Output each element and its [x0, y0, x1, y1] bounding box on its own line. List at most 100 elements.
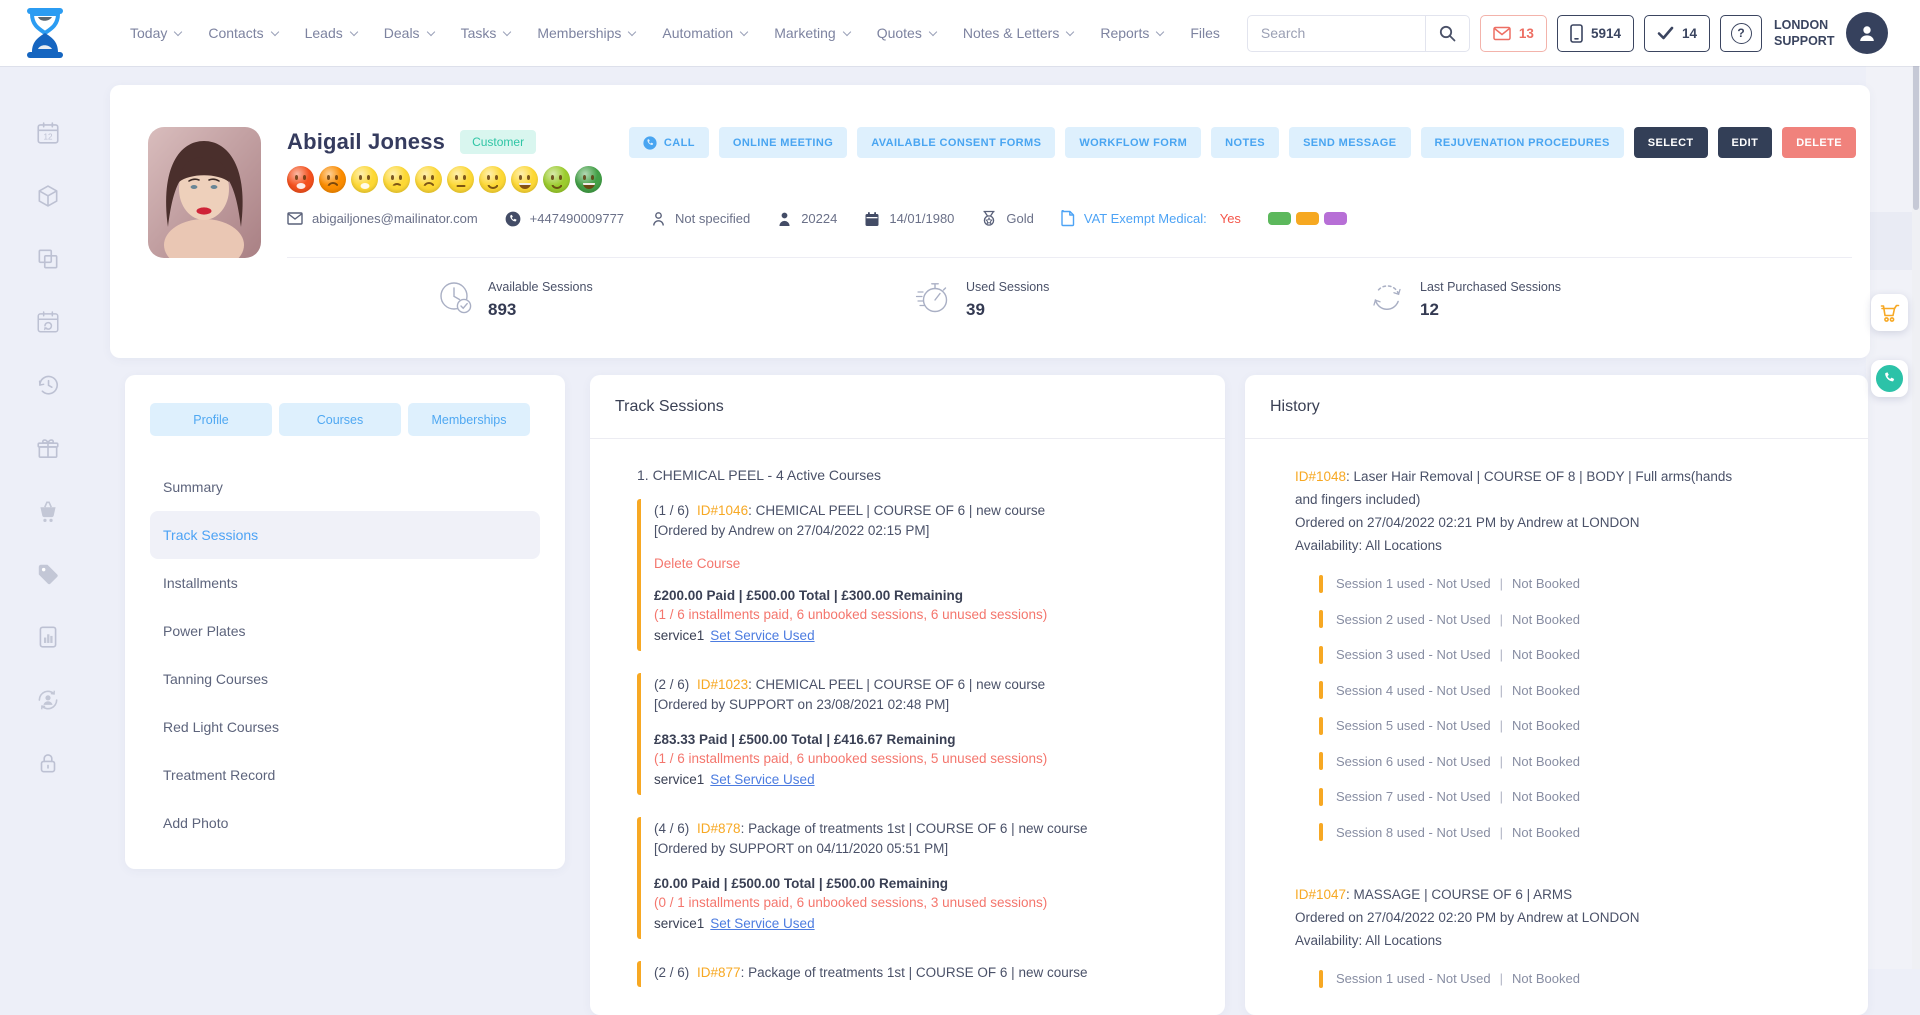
- delete-course-link[interactable]: Delete Course: [654, 556, 740, 571]
- history-icon[interactable]: [35, 372, 61, 398]
- available-consent-forms-button[interactable]: AVAILABLE CONSENT FORMS: [857, 127, 1055, 158]
- edit-button[interactable]: EDIT: [1718, 127, 1773, 158]
- mood-emoji[interactable]: [287, 166, 314, 193]
- nav-item[interactable]: Marketing: [774, 25, 849, 41]
- calendar-refresh-icon[interactable]: [35, 309, 61, 335]
- send-message-button[interactable]: SEND MESSAGE: [1289, 127, 1410, 158]
- nav-item[interactable]: Memberships: [537, 25, 635, 41]
- mood-emoji[interactable]: [511, 166, 538, 193]
- mail-icon: [287, 212, 303, 225]
- session-marker-bar: [1319, 646, 1323, 664]
- email-item[interactable]: abigailjones@mailinator.com: [287, 211, 478, 226]
- history-ordered: Ordered on 27/04/2022 02:20 PM by Andrew…: [1295, 906, 1843, 929]
- separator: |: [1500, 647, 1503, 662]
- course-ordered: [Ordered by SUPPORT on 23/08/2021 02:48 …: [654, 695, 1195, 715]
- help-button[interactable]: ?: [1720, 15, 1762, 52]
- calls-badge[interactable]: 5914: [1557, 15, 1634, 52]
- history-card: History ID#1048: Laser Hair Removal | CO…: [1245, 375, 1868, 1015]
- price-tag-icon[interactable]: [35, 561, 61, 587]
- profile-menu-item[interactable]: Treatment Record: [150, 751, 540, 799]
- nav-item[interactable]: Tasks: [461, 25, 511, 41]
- session-list: Session 1 used - Not Used | Not Booked: [1319, 961, 1843, 997]
- cart-icon[interactable]: [35, 498, 61, 524]
- course-id: ID#877: [697, 965, 741, 980]
- gift-icon[interactable]: [35, 435, 61, 461]
- nav-item[interactable]: Today: [130, 25, 181, 41]
- account-location-label: LONDON SUPPORT: [1774, 17, 1834, 50]
- app-logo-hourglass-icon[interactable]: [24, 7, 66, 59]
- divider: [287, 257, 1852, 258]
- mood-emoji[interactable]: [351, 166, 378, 193]
- nav-item[interactable]: Reports: [1100, 25, 1163, 41]
- report-icon[interactable]: [35, 624, 61, 650]
- calendar-12-icon[interactable]: 12: [35, 120, 61, 146]
- floating-phone-button[interactable]: [1871, 360, 1908, 397]
- session-marker-bar: [1319, 970, 1323, 988]
- profile-menu-item[interactable]: Add Photo: [150, 799, 540, 847]
- mail-notifications-badge[interactable]: 13: [1480, 15, 1547, 52]
- course-group-title: 1. CHEMICAL PEEL - 4 Active Courses: [637, 467, 1195, 483]
- course-service: service1: [654, 628, 704, 643]
- session-marker-bar: [1319, 752, 1323, 770]
- mood-emoji[interactable]: [383, 166, 410, 193]
- help-icon: ?: [1731, 23, 1752, 44]
- profile-menu-item[interactable]: Power Plates: [150, 607, 540, 655]
- call-button[interactable]: CALL: [629, 127, 709, 158]
- course-ordered: [Ordered by Andrew on 27/04/2022 02:15 P…: [654, 521, 1195, 541]
- select-button[interactable]: SELECT: [1634, 127, 1708, 158]
- mood-emoji[interactable]: [447, 166, 474, 193]
- set-service-used-link[interactable]: Set Service Used: [710, 772, 814, 787]
- stat-label: Last Purchased Sessions: [1420, 277, 1561, 294]
- profile-menu-item[interactable]: Summary: [150, 463, 540, 511]
- rejuvenation-procedures-button[interactable]: REJUVENATION PROCEDURES: [1421, 127, 1624, 158]
- session-marker-bar: [1319, 717, 1323, 735]
- profile-menu-item[interactable]: Track Sessions: [150, 511, 540, 559]
- session-list: Session 1 used - Not Used | Not Booked S…: [1319, 566, 1843, 850]
- workflow-form-button[interactable]: WORKFLOW FORM: [1065, 127, 1201, 158]
- tasks-badge[interactable]: 14: [1644, 15, 1710, 52]
- session-used-text: Session 7 used - Not Used: [1336, 789, 1491, 804]
- profile-menu-item[interactable]: Installments: [150, 559, 540, 607]
- user-avatar[interactable]: [1846, 12, 1888, 54]
- layers-copy-icon[interactable]: [35, 246, 61, 272]
- nav-item[interactable]: Leads: [305, 25, 357, 41]
- search-input[interactable]: [1248, 25, 1425, 41]
- phone-value: +447490009777: [530, 211, 624, 226]
- delete-button[interactable]: DELETE: [1782, 127, 1856, 158]
- nav-item[interactable]: Automation: [662, 25, 747, 41]
- course-entry: (1 / 6) ID#1046: CHEMICAL PEEL | COURSE …: [637, 499, 1195, 651]
- nav-item[interactable]: Contacts: [208, 25, 277, 41]
- stat-available-sessions: Available Sessions 893: [435, 277, 593, 320]
- profile-menu-item[interactable]: Red Light Courses: [150, 703, 540, 751]
- tab-courses[interactable]: Courses: [279, 403, 401, 436]
- tab-profile[interactable]: Profile: [150, 403, 272, 436]
- mood-emoji[interactable]: [479, 166, 506, 193]
- customer-id-value: 20224: [801, 211, 837, 226]
- customer-profile-card: Abigail Joness Customer: [110, 85, 1870, 358]
- mood-emoji[interactable]: [415, 166, 442, 193]
- nav-item[interactable]: Files: [1190, 25, 1220, 41]
- nav-item[interactable]: Notes & Letters: [963, 25, 1074, 41]
- tab-memberships[interactable]: Memberships: [408, 403, 530, 436]
- floating-cart-button[interactable]: [1871, 294, 1908, 331]
- phone-item[interactable]: +447490009777: [505, 211, 624, 227]
- online-meeting-button[interactable]: ONLINE MEETING: [719, 127, 847, 158]
- session-booked-text: Not Booked: [1512, 971, 1580, 986]
- nav-item[interactable]: Deals: [384, 25, 434, 41]
- separator: |: [1500, 718, 1503, 733]
- profile-menu-item[interactable]: Tanning Courses: [150, 655, 540, 703]
- session-used-text: Session 1 used - Not Used: [1336, 971, 1491, 986]
- notes-button[interactable]: NOTES: [1211, 127, 1279, 158]
- mood-emoji[interactable]: [543, 166, 570, 193]
- mood-emoji[interactable]: [575, 166, 602, 193]
- lock-icon[interactable]: [35, 750, 61, 776]
- package-icon[interactable]: [35, 183, 61, 209]
- search-button[interactable]: [1425, 16, 1469, 51]
- mood-emoji[interactable]: [319, 166, 346, 193]
- set-service-used-link[interactable]: Set Service Used: [710, 628, 814, 643]
- session-used-text: Session 2 used - Not Used: [1336, 612, 1491, 627]
- chevron-down-icon: [350, 27, 358, 35]
- set-service-used-link[interactable]: Set Service Used: [710, 916, 814, 931]
- account-sync-icon[interactable]: [35, 687, 61, 713]
- nav-item[interactable]: Quotes: [877, 25, 936, 41]
